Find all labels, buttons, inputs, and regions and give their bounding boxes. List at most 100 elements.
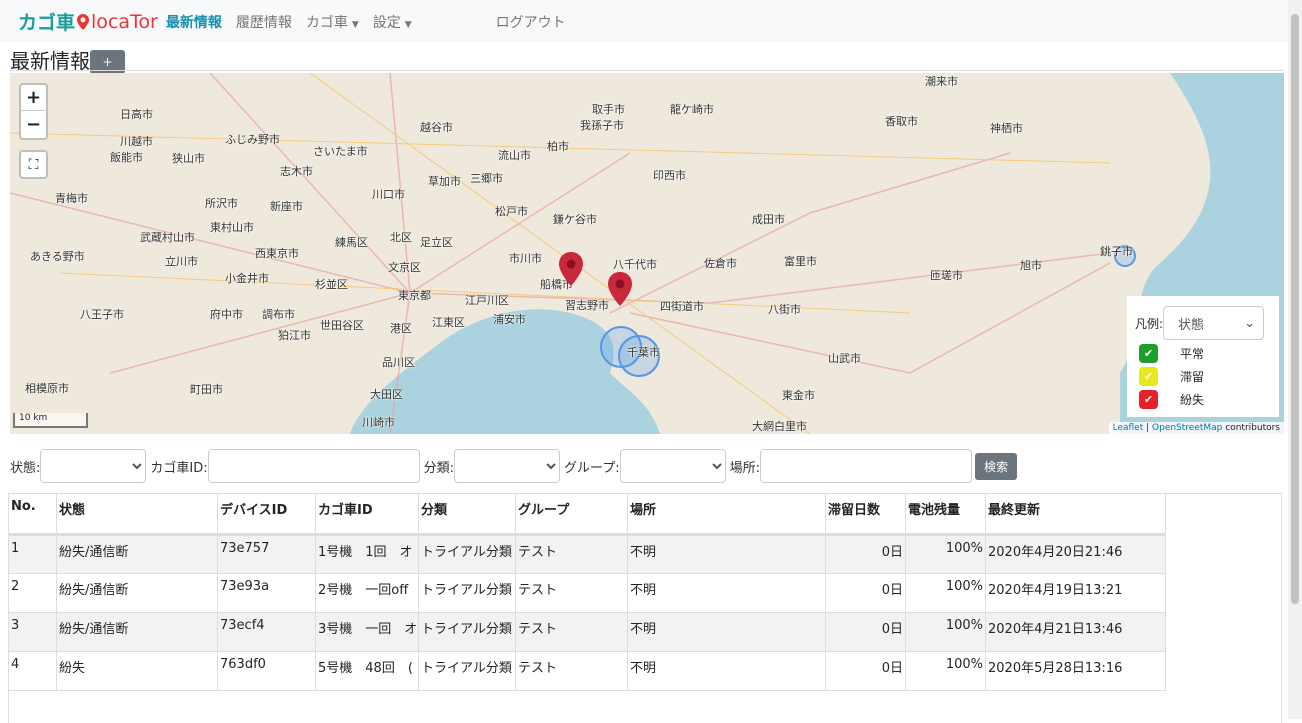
scrollbar-thumb[interactable] — [1291, 14, 1299, 604]
divider — [10, 70, 1284, 71]
map-place-label: 龍ケ崎市 — [670, 103, 714, 116]
map-place-label: 東京都 — [398, 289, 431, 302]
map-place-label: 草加市 — [428, 175, 461, 188]
checkbox-checked-icon[interactable]: ✔ — [1139, 390, 1158, 409]
cart-id-input[interactable] — [207, 449, 420, 483]
table-cell: テスト — [515, 573, 628, 613]
map-place-label: 狭山市 — [172, 152, 205, 165]
category-select[interactable] — [454, 449, 561, 483]
leaflet-link[interactable]: Leaflet — [1113, 423, 1144, 433]
nav-carts-dropdown[interactable]: カゴ車 ▼ — [306, 12, 359, 32]
table-cell: 763df0 — [217, 651, 316, 691]
column-header[interactable]: 滞留日数 — [825, 493, 906, 536]
map-marker[interactable] — [559, 252, 583, 286]
table-cell: トライアル分類 — [418, 534, 516, 574]
attr-sep: | — [1143, 423, 1153, 433]
table-cell: 1 — [8, 534, 57, 574]
column-header[interactable]: デバイスID — [217, 493, 316, 536]
map-place-label: 習志野市 — [565, 299, 609, 312]
zoom-in-button[interactable]: + — [21, 85, 46, 111]
map-place-label: 鎌ケ谷市 — [553, 213, 597, 226]
table-row[interactable]: 1 紛失/通信断 73e757 1号機 1回 オトライアル分類 テスト 不明 0日 100% 2… — [8, 534, 1166, 574]
nav-settings-dropdown[interactable]: 設定 ▼ — [373, 12, 412, 32]
map-place-label: 青梅市 — [55, 192, 88, 205]
map-place-label: 潮来市 — [925, 75, 958, 88]
map-place-label: 調布市 — [262, 308, 295, 321]
map-place-label: 松戸市 — [495, 205, 528, 218]
map-place-label: 武蔵村山市 — [140, 231, 195, 244]
column-header[interactable]: 電池残量 — [905, 493, 986, 536]
brand-logo[interactable]: カゴ車 locaTor — [18, 8, 158, 35]
table-cell: 不明 — [627, 534, 826, 574]
column-header[interactable]: カゴ車ID — [315, 493, 419, 536]
map-place-label: 町田市 — [190, 383, 223, 396]
scrollbar[interactable] — [1288, 0, 1302, 719]
legend-select[interactable]: 状態 ⌄ — [1163, 306, 1265, 340]
zoom-out-button[interactable]: − — [21, 111, 46, 137]
map-place-label: 新座市 — [270, 200, 303, 213]
legend-item-label: 紛失 — [1180, 393, 1205, 407]
group-label: グループ: — [564, 460, 620, 476]
table-cell: 不明 — [627, 612, 826, 652]
map-place-label: 八王子市 — [80, 308, 124, 321]
column-header[interactable]: 状態 — [56, 493, 218, 536]
column-header[interactable]: 最終更新 — [985, 493, 1166, 536]
map-marker[interactable] — [608, 272, 632, 306]
table-cell: 100% — [905, 612, 986, 652]
status-select[interactable] — [40, 449, 147, 483]
map-place-label: 世田谷区 — [320, 319, 364, 332]
map-place-label: 佐倉市 — [704, 257, 737, 270]
table-cell: 73ecf4 — [217, 612, 316, 652]
group-select[interactable] — [619, 449, 726, 483]
column-header[interactable]: グループ — [515, 493, 628, 536]
table-row[interactable]: 2 紛失/通信断 73e93a 2号機 一回off トライアル分類 テスト 不明 0日 100%… — [8, 573, 1166, 613]
fullscreen-icon[interactable]: ⛶ — [19, 150, 48, 179]
search-button[interactable]: 検索 — [975, 452, 1018, 480]
column-header[interactable]: No. — [8, 493, 57, 536]
attr-text: contributors — [1222, 423, 1280, 433]
scale-bar: 10 km — [13, 413, 88, 428]
map-place-label: 四街道市 — [660, 300, 704, 313]
table-cell: 73e757 — [217, 534, 316, 574]
map-place-label: 江戸川区 — [465, 294, 509, 307]
table-cell: 紛失/通信断 — [56, 573, 218, 613]
map-place-label: 所沢市 — [205, 197, 238, 210]
map-place-label: 取手市 — [592, 103, 625, 116]
navbar: カゴ車 locaTor 最新情報 履歴情報 カゴ車 ▼ 設定 ▼ ログアウト — [0, 0, 1288, 43]
map-place-label: 相模原市 — [25, 382, 69, 395]
table-cell: 2020年5月28日13:16 — [985, 651, 1166, 691]
map-place-label: 八街市 — [768, 303, 801, 316]
map-place-label: 日高市 — [120, 108, 153, 121]
table-cell: テスト — [515, 534, 628, 574]
table-cell: 0日 — [825, 612, 906, 652]
map-place-label: あきる野市 — [30, 250, 85, 263]
map-place-label: 川口市 — [372, 188, 405, 201]
column-header[interactable]: 場所 — [627, 493, 826, 536]
table-cell: 2020年4月20日21:46 — [985, 534, 1166, 574]
table-cell: 4 — [8, 651, 57, 691]
checkbox-checked-icon[interactable]: ✔ — [1139, 367, 1158, 386]
table-cell: 73e93a — [217, 573, 316, 613]
table-cell: 2 — [8, 573, 57, 613]
nav-history[interactable]: 履歴情報 — [236, 12, 292, 32]
table-row[interactable]: 3 紛失/通信断 73ecf4 3号機 一回 オトライアル分類 テスト 不明 0日 100% 2… — [8, 612, 1166, 652]
logout-link[interactable]: ログアウト — [496, 12, 566, 32]
checkbox-checked-icon[interactable]: ✔ — [1139, 344, 1158, 363]
place-input[interactable] — [760, 449, 973, 483]
table-row[interactable]: 4 紛失 763df0 5号機 48回 (トライアル分類 テスト 不明 0日 100% 2020… — [8, 651, 1166, 691]
column-header[interactable]: 分類 — [418, 493, 516, 536]
nav-latest[interactable]: 最新情報 — [166, 12, 222, 32]
map-place-label: 狛江市 — [278, 329, 311, 342]
map-place-label: 匝瑳市 — [930, 269, 963, 282]
map-place-label: 飯能市 — [110, 151, 143, 164]
map-place-label: 銚子市 — [1100, 245, 1133, 258]
cart-table: No. 状態 デバイスID カゴ車ID 分類 グループ 場所 滞留日数 電池残量 最終更新 1 紛失… — [8, 493, 1166, 691]
table-cell: 3 — [8, 612, 57, 652]
map-place-label: 浦安市 — [493, 313, 526, 326]
table-cell: 紛失/通信断 — [56, 612, 218, 652]
map[interactable]: 日高市 川越市 ふじみ野市 さいたま市 越谷市 流山市 柏市 取手市 龍ケ崎市 潮来市 飯能市 狭山市… — [10, 73, 1284, 434]
map-place-label: 千葉市 — [627, 346, 660, 359]
osm-link[interactable]: OpenStreetMap — [1152, 423, 1222, 433]
table-cell: 紛失/通信断 — [56, 534, 218, 574]
map-place-label: 印西市 — [653, 169, 686, 182]
